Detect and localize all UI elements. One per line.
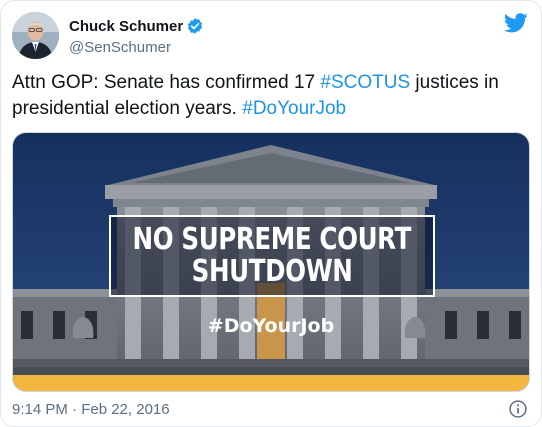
twitter-bird-icon[interactable]: [504, 12, 528, 34]
author-block: Chuck Schumer @SenSchumer: [69, 16, 204, 56]
banner-line-1: NO SUPREME COURT: [132, 222, 412, 257]
tweet-image[interactable]: NO SUPREME COURT SHUTDOWN #DoYourJob: [12, 132, 530, 392]
tweet-footer: 9:14 PM · Feb 22, 2016: [12, 399, 532, 419]
hashtag-scotus[interactable]: #SCOTUS: [320, 72, 410, 93]
image-banner: NO SUPREME COURT SHUTDOWN: [109, 215, 435, 297]
tweet-header: Chuck Schumer @SenSchumer: [12, 12, 532, 62]
info-icon[interactable]: [508, 399, 528, 419]
image-stripe: [13, 375, 529, 391]
hashtag-doyourjob[interactable]: #DoYourJob: [242, 98, 346, 119]
author-handle[interactable]: @SenSchumer: [69, 39, 204, 56]
tweet-text-part: Attn GOP: Senate has confirmed 17: [12, 72, 321, 93]
image-hashtag: #DoYourJob: [207, 315, 335, 337]
timestamp[interactable]: 9:14 PM · Feb 22, 2016: [12, 401, 170, 418]
verified-badge-icon: [188, 18, 203, 34]
author-name[interactable]: Chuck Schumer: [69, 18, 183, 35]
avatar[interactable]: [12, 12, 59, 59]
banner-line-2: SHUTDOWN: [191, 254, 353, 289]
tweet-text: Attn GOP: Senate has confirmed 17 #SCOTU…: [12, 70, 532, 122]
tweet-card[interactable]: Chuck Schumer @SenSchumer Attn GOP: Sena…: [0, 0, 542, 427]
